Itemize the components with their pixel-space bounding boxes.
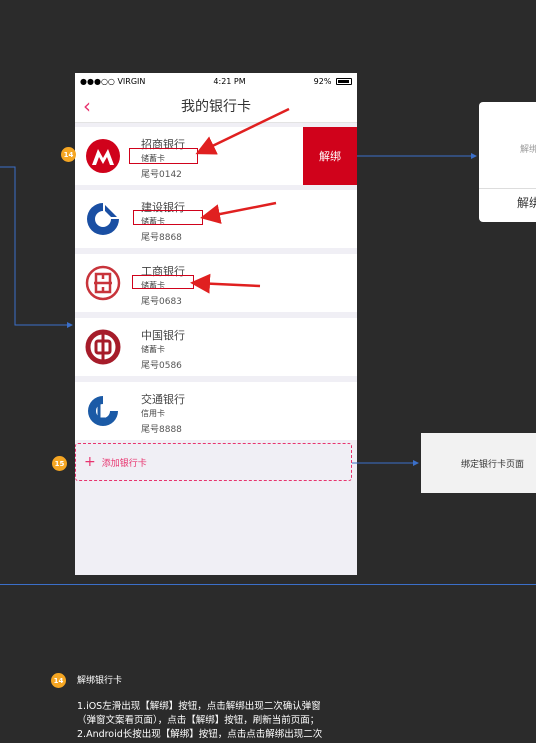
red-arrow-1 xyxy=(195,107,290,155)
blue-connectors xyxy=(0,153,477,466)
note-line: 2.Android长按出现【解绑】按钮，点击点击解绑出现二次 xyxy=(77,729,323,740)
connector-left xyxy=(0,166,73,328)
note-line: （弹窗文案看页面），点击【解绑】按钮，刷新当前页面； xyxy=(77,715,320,726)
note-line: 1.iOS左滑出现【解绑】按钮，点击解绑出现二次确认弹窗 xyxy=(77,701,321,712)
red-arrow-3 xyxy=(190,273,261,294)
note-badge-14: 14 xyxy=(51,673,66,688)
note-title: 解绑银行卡 xyxy=(77,676,123,686)
annotation-arrows xyxy=(0,107,477,466)
red-arrow-2 xyxy=(200,201,277,224)
note-body: 1.iOS左滑出现【解绑】按钮，点击解绑出现二次确认弹窗 （弹窗文案看页面），点… xyxy=(77,700,367,742)
red-arrows xyxy=(190,107,290,294)
